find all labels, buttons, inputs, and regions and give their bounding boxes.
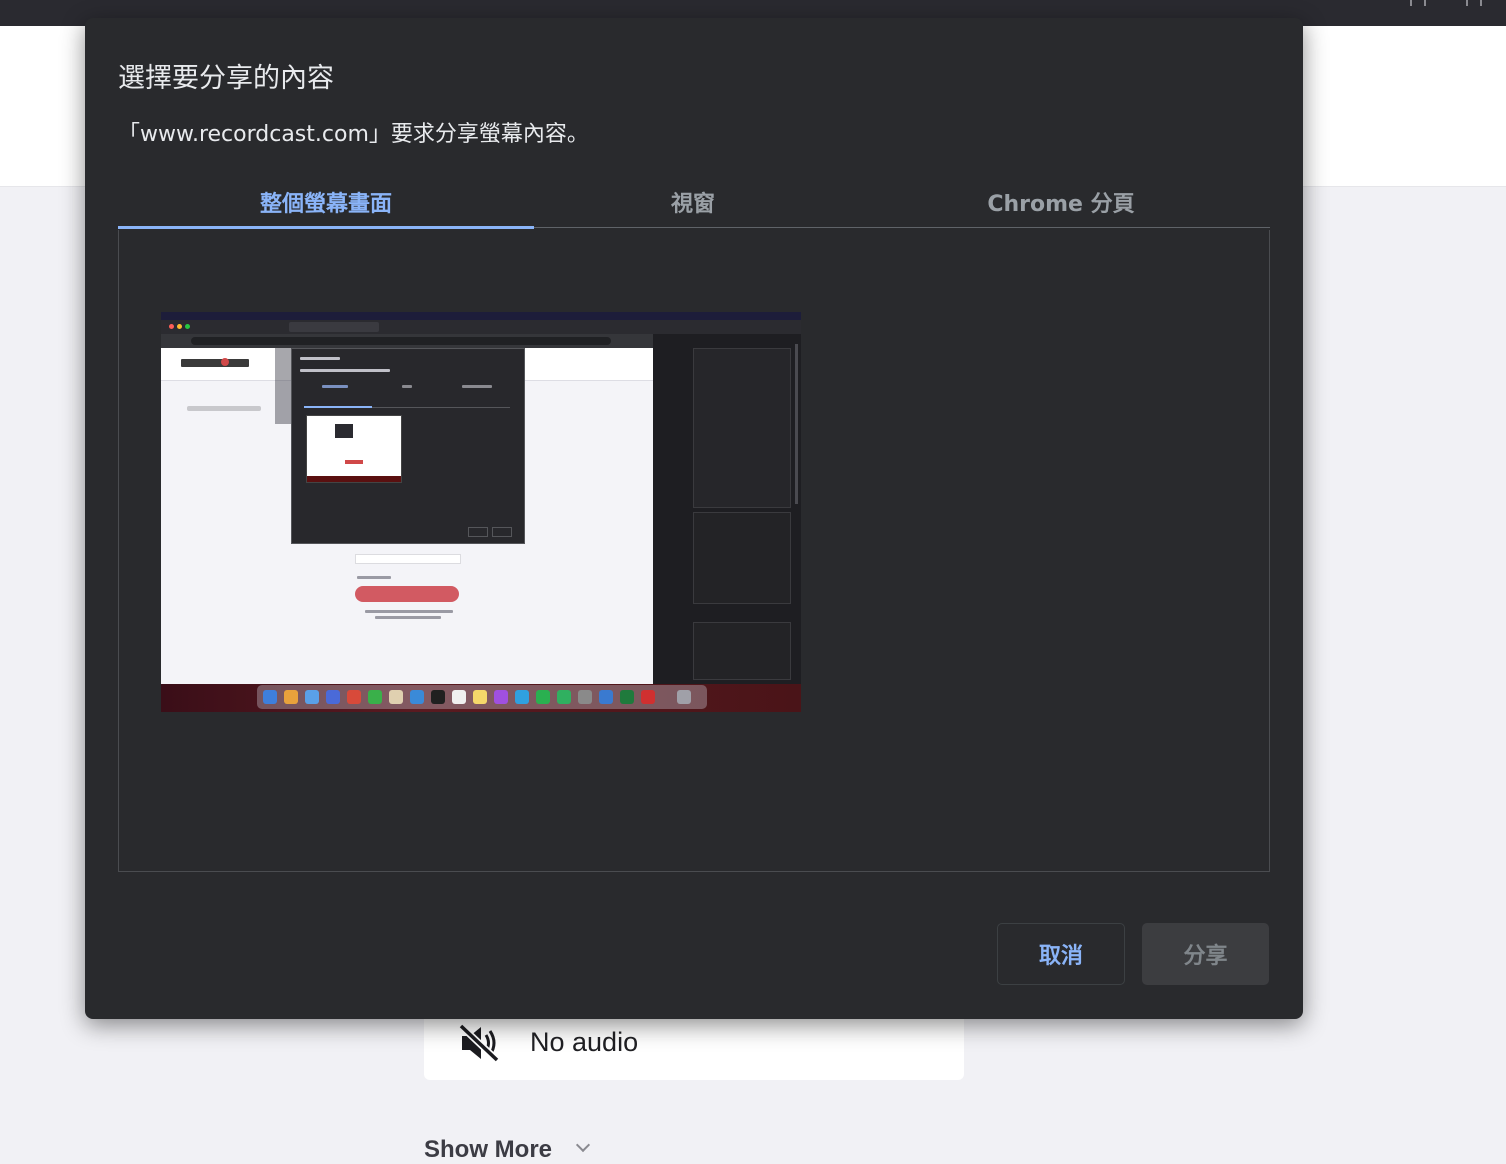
chevron-down-icon	[575, 1137, 591, 1153]
speaker-muted-icon	[458, 1023, 500, 1063]
screen-source-panel	[118, 230, 1270, 872]
thumbnail-menubar	[161, 312, 801, 320]
tab-entire-screen[interactable]: 整個螢幕畫面	[118, 176, 534, 228]
window-control-icon[interactable]	[1410, 0, 1426, 6]
thumbnail-dock	[257, 685, 707, 709]
active-tab-indicator	[118, 226, 534, 229]
dialog-subtitle: 「www.recordcast.com」要求分享螢幕內容。	[118, 122, 589, 147]
share-button[interactable]: 分享	[1142, 923, 1269, 985]
audio-option-label: No audio	[530, 1027, 639, 1057]
thumbnail-dialog	[291, 348, 525, 544]
cancel-button[interactable]: 取消	[997, 923, 1125, 985]
tab-divider	[534, 227, 1270, 228]
tab-chrome-tab[interactable]: Chrome 分頁	[852, 176, 1270, 228]
thumbnail-side-window	[653, 334, 801, 686]
screen-share-dialog: 選擇要分享的內容 「www.recordcast.com」要求分享螢幕內容。 整…	[85, 18, 1303, 1019]
thumbnail-logo	[181, 359, 249, 367]
show-more-link[interactable]: Show More	[424, 1136, 552, 1164]
thumbnail-tabbar	[161, 320, 801, 334]
dialog-title: 選擇要分享的內容	[118, 63, 334, 94]
share-tabs: 整個螢幕畫面 視窗 Chrome 分頁	[118, 176, 1270, 231]
tab-window[interactable]: 視窗	[534, 176, 852, 228]
window-control-icon[interactable]	[1466, 0, 1482, 6]
screen-thumbnail[interactable]	[161, 312, 801, 712]
